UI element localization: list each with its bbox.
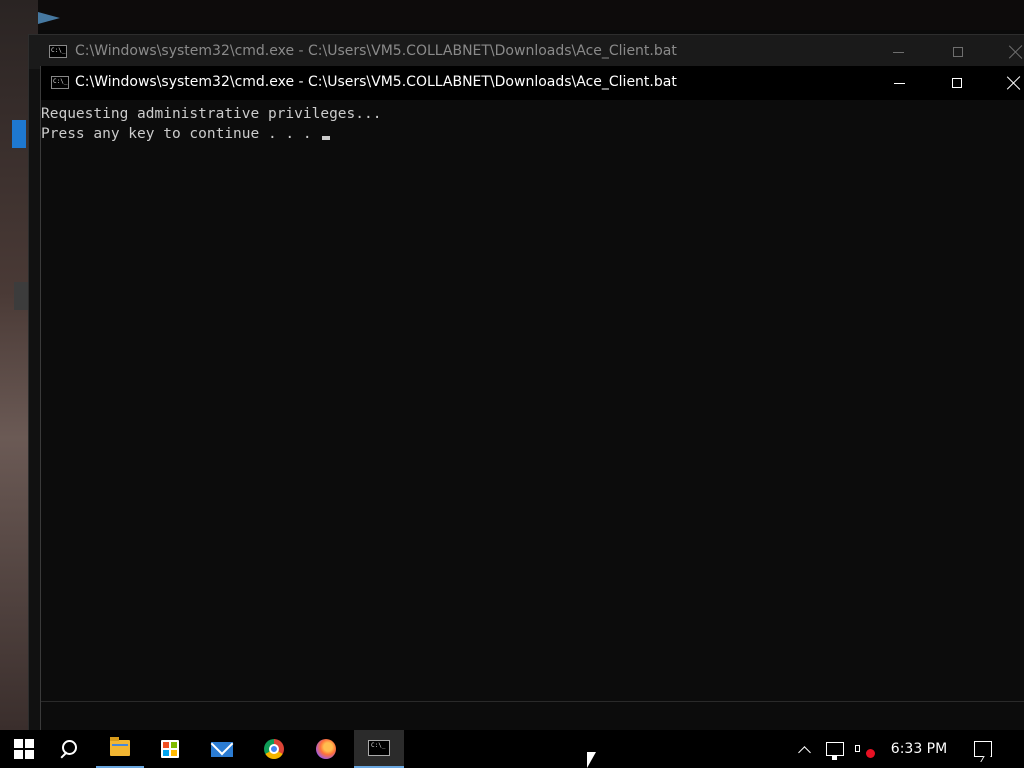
chevron-up-icon <box>797 745 811 759</box>
front-cmd-window[interactable]: C:\Windows\system32\cmd.exe - C:\Users\V… <box>40 66 1024 730</box>
cmd-window-icon <box>49 45 67 58</box>
network-icon <box>826 742 844 760</box>
action-center-icon <box>974 741 992 757</box>
taskbar-store[interactable] <box>146 730 194 768</box>
taskbar: 6:33 PM <box>0 730 1024 768</box>
taskbar-file-explorer[interactable] <box>96 730 144 768</box>
firefox-icon <box>316 739 336 759</box>
text-cursor <box>322 136 331 140</box>
search-button[interactable] <box>44 730 92 768</box>
mouse-pointer-icon <box>587 752 596 768</box>
start-button[interactable] <box>0 730 48 768</box>
front-window-titlebar[interactable]: C:\Windows\system32\cmd.exe - C:\Users\V… <box>41 66 1024 100</box>
desktop-selection-marker <box>12 120 26 148</box>
minimize-button[interactable] <box>875 35 921 69</box>
taskbar-mail[interactable] <box>198 730 246 768</box>
maximize-icon <box>952 78 962 88</box>
desktop-background-top <box>0 0 1024 30</box>
console-line-prompt: Press any key to continue . . . <box>41 124 1024 144</box>
command-prompt-icon <box>368 740 390 756</box>
taskbar-chrome[interactable] <box>250 730 298 768</box>
back-window-title: C:\Windows\system32\cmd.exe - C:\Users\V… <box>75 43 677 59</box>
microsoft-store-icon <box>161 740 179 758</box>
desktop-shortcut-arrow-icon <box>38 12 60 24</box>
console-line: Press any key to continue . . . <box>41 126 321 142</box>
cmd-window-icon <box>51 76 69 89</box>
close-button[interactable] <box>993 35 1024 69</box>
desktop-scroll-marker <box>14 282 28 310</box>
front-window-title: C:\Windows\system32\cmd.exe - C:\Users\V… <box>75 74 677 90</box>
console-line: Requesting administrative privileges... <box>41 106 382 122</box>
taskbar-firefox[interactable] <box>302 730 350 768</box>
chrome-icon <box>264 739 284 759</box>
maximize-icon <box>953 47 963 57</box>
minimize-icon <box>893 82 905 84</box>
volume-muted-icon <box>855 741 875 758</box>
action-center-button[interactable] <box>966 730 1000 768</box>
search-icon <box>59 740 77 758</box>
windows-start-icon <box>14 739 34 759</box>
maximize-button[interactable] <box>935 35 981 69</box>
console-output[interactable]: Requesting administrative privileges... … <box>41 100 1024 700</box>
network-button[interactable] <box>822 730 848 768</box>
clock-time: 6:33 PM <box>890 741 948 757</box>
back-window-titlebar[interactable]: C:\Windows\system32\cmd.exe - C:\Users\V… <box>29 35 1024 69</box>
window-divider <box>41 701 1024 702</box>
volume-button[interactable] <box>852 730 878 768</box>
maximize-button[interactable] <box>934 66 980 100</box>
close-icon <box>1007 76 1021 90</box>
minimize-icon <box>892 51 904 53</box>
taskbar-command-prompt[interactable] <box>354 730 404 768</box>
close-icon <box>1009 45 1023 59</box>
close-button[interactable] <box>991 66 1024 100</box>
file-explorer-icon <box>110 737 130 756</box>
show-hidden-icons-button[interactable] <box>792 730 816 768</box>
mail-icon <box>211 741 233 757</box>
clock-button[interactable]: 6:33 PM <box>884 730 954 768</box>
minimize-button[interactable] <box>876 66 922 100</box>
